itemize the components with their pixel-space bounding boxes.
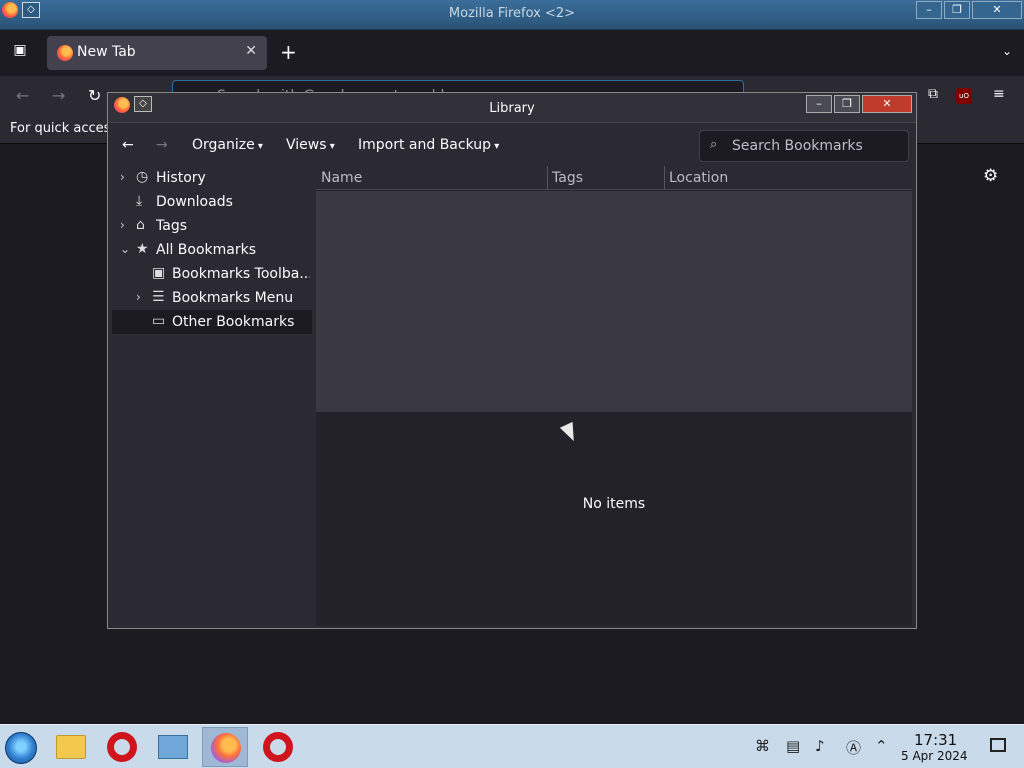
library-back-button[interactable]: ←	[122, 137, 134, 153]
tree-item-bookmarks-menu[interactable]: › ☰ Bookmarks Menu	[112, 286, 312, 310]
library-forward-button[interactable]: →	[156, 137, 168, 153]
control-panel-icon	[158, 735, 188, 759]
tree-item-downloads[interactable]: ⤓ Downloads	[112, 190, 312, 214]
ublock-origin-icon[interactable]: uO	[956, 88, 972, 104]
firefox-icon	[211, 733, 241, 763]
start-button[interactable]	[5, 732, 37, 764]
clock-date[interactable]: 5 Apr 2024	[901, 749, 968, 763]
chevron-right-icon[interactable]: ›	[136, 290, 141, 304]
show-desktop-icon[interactable]	[990, 738, 1006, 752]
volume-muted-icon[interactable]: ♪	[815, 737, 825, 755]
reload-icon[interactable]: ↻	[88, 86, 101, 105]
close-tab-icon[interactable]: ✕	[245, 43, 257, 59]
forward-icon[interactable]: →	[52, 86, 65, 105]
views-menu-button[interactable]: Views ▾	[286, 137, 335, 153]
column-headers: Name Tags Location	[316, 166, 912, 190]
opera-icon	[107, 732, 137, 762]
firefox-view-icon[interactable]: ▣	[10, 42, 30, 62]
import-backup-menu-button[interactable]: Import and Backup ▾	[358, 137, 499, 153]
folder-icon	[56, 735, 86, 759]
clipboard-icon[interactable]: ▤	[786, 737, 800, 755]
library-window: ◇ Library – ❐ ✕ ← → Organize ▾ Views ▾ I…	[107, 92, 917, 629]
gear-icon[interactable]: ⚙	[983, 166, 998, 186]
details-pane: No items	[316, 412, 912, 626]
organize-menu-button[interactable]: Organize ▾	[192, 137, 263, 153]
column-name[interactable]: Name	[321, 170, 362, 186]
bookmarks-toolbar-icon: ▣	[152, 265, 166, 281]
taskbar: ⌘ ▤ ♪ Ⓐ ⌃ 17:31 5 Apr 2024	[0, 724, 1024, 768]
tag-icon: ⌂	[136, 217, 145, 233]
bookmarks-toolbar-hint: For quick acces	[10, 121, 111, 136]
tab-strip: ▣ New Tab ✕ + ⌄	[0, 30, 1024, 76]
library-minimize-button[interactable]: –	[806, 95, 832, 113]
tree-item-bookmarks-toolbar[interactable]: ▣ Bookmarks Toolba...	[112, 262, 312, 286]
chevron-right-icon[interactable]: ›	[120, 218, 125, 232]
chevron-right-icon[interactable]: ›	[120, 170, 125, 184]
minimize-button[interactable]: –	[916, 1, 942, 19]
folder-icon: ▭	[152, 313, 166, 329]
tab-label: New Tab	[77, 44, 136, 60]
tree-item-other-bookmarks[interactable]: ▭ Other Bookmarks	[112, 310, 312, 334]
chevron-down-icon[interactable]: ⌄	[120, 242, 130, 256]
tree-item-history[interactable]: › ◷ History	[112, 166, 312, 190]
list-all-tabs-icon[interactable]: ⌄	[1002, 44, 1012, 58]
control-panel-taskbar-button[interactable]	[150, 727, 196, 767]
library-close-button[interactable]: ✕	[862, 95, 912, 113]
maximize-button[interactable]: ❐	[944, 1, 970, 19]
library-toolbar: ← → Organize ▾ Views ▾ Import and Backup…	[108, 124, 916, 166]
library-title: Library	[489, 101, 535, 116]
download-icon: ⤓	[136, 193, 143, 209]
tab-new-tab[interactable]: New Tab ✕	[47, 36, 267, 70]
file-manager-taskbar-button[interactable]	[48, 727, 94, 767]
library-titlebar: ◇ Library – ❐ ✕	[108, 93, 916, 123]
opera-taskbar-button-2[interactable]	[255, 727, 301, 767]
window-title: Mozilla Firefox <2>	[448, 6, 576, 21]
bookmarks-menu-icon: ☰	[152, 289, 165, 305]
close-button[interactable]: ✕	[972, 1, 1022, 19]
search-placeholder: Search Bookmarks	[732, 138, 863, 154]
os-window-titlebar: ◇ Mozilla Firefox <2> – ❐ ✕	[0, 0, 1024, 30]
tree-item-tags[interactable]: › ⌂ Tags	[112, 214, 312, 238]
network-icon[interactable]: ⌘	[755, 737, 770, 755]
tray-expand-icon[interactable]: ⌃	[875, 737, 888, 755]
clock-time[interactable]: 17:31	[914, 731, 957, 749]
menu-icon[interactable]: ≡	[993, 86, 1005, 102]
column-location[interactable]: Location	[669, 170, 728, 186]
no-items-text: No items	[582, 496, 646, 512]
bookmarks-content: Name Tags Location No items	[316, 166, 912, 626]
firefox-taskbar-button[interactable]	[202, 727, 248, 767]
clock-icon: ◷	[136, 169, 149, 185]
opera-taskbar-button[interactable]	[99, 727, 145, 767]
opera-icon	[263, 732, 293, 762]
library-tree: › ◷ History ⤓ Downloads › ⌂ Tags ⌄ ★ All…	[112, 166, 312, 626]
search-bookmarks-input[interactable]: ⌕ Search Bookmarks	[699, 130, 909, 162]
extensions-icon[interactable]: ⧉	[928, 86, 938, 102]
column-tags[interactable]: Tags	[552, 170, 583, 186]
library-maximize-button[interactable]: ❐	[834, 95, 860, 113]
new-tab-button[interactable]: +	[280, 42, 297, 62]
star-icon: ★	[136, 241, 149, 257]
search-icon: ⌕	[710, 137, 718, 152]
tree-item-all-bookmarks[interactable]: ⌄ ★ All Bookmarks	[112, 238, 312, 262]
firefox-icon	[57, 45, 73, 61]
back-icon[interactable]: ←	[16, 86, 29, 105]
bookmarks-list[interactable]	[316, 191, 912, 412]
keyboard-layout-icon[interactable]: Ⓐ	[846, 737, 861, 758]
